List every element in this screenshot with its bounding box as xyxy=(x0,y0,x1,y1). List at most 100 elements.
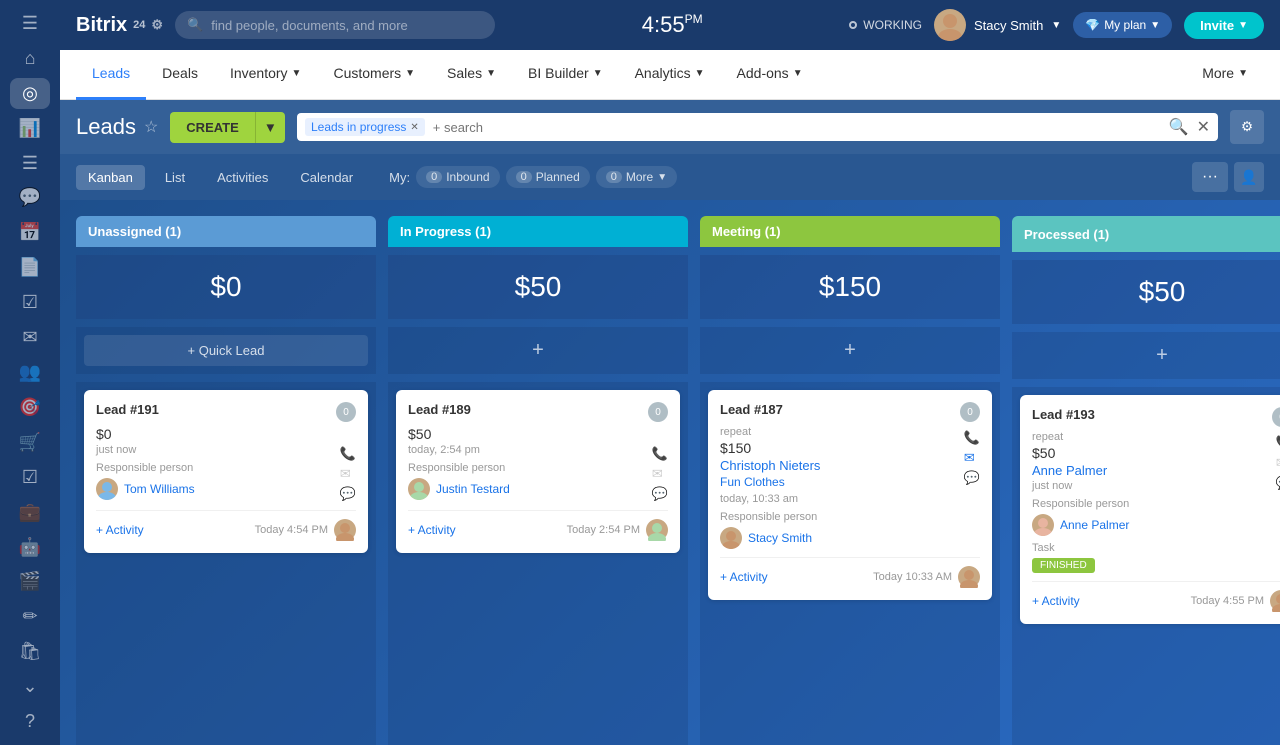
lead-193-phone-icon[interactable]: 📞 xyxy=(1276,435,1280,451)
sidebar-docs-icon[interactable]: 📄 xyxy=(10,252,50,283)
sidebar-edit-icon[interactable]: ✏ xyxy=(10,601,50,632)
lead-193-name[interactable]: Anne Palmer xyxy=(1032,463,1276,478)
more-options-button[interactable]: ··· xyxy=(1192,162,1228,192)
lead-191-number[interactable]: Lead #191 xyxy=(96,402,159,417)
lead-191-email-icon[interactable]: ✉ xyxy=(340,466,356,482)
search-input[interactable] xyxy=(211,18,483,33)
sidebar-home-icon[interactable]: ⌂ xyxy=(10,43,50,74)
lead-187-comment-icon[interactable]: 💬 xyxy=(964,470,980,486)
tab-activities[interactable]: Activities xyxy=(205,165,280,190)
nav-bi-builder[interactable]: BI Builder ▼ xyxy=(512,50,619,100)
filter-search-input[interactable] xyxy=(433,120,1161,135)
filter-clear-icon[interactable]: ✕ xyxy=(1197,117,1210,137)
my-plan-button[interactable]: 💎 My plan ▼ xyxy=(1073,12,1172,38)
sidebar-shop-icon[interactable]: 🛒 xyxy=(10,427,50,458)
sidebar-mail-icon[interactable]: ✉ xyxy=(10,322,50,353)
nav-more[interactable]: More ▼ xyxy=(1186,50,1264,100)
working-status[interactable]: WORKING xyxy=(849,18,922,32)
lead-193-email-icon[interactable]: ✉ xyxy=(1276,455,1280,471)
meeting-add-button[interactable]: + xyxy=(708,335,992,366)
nav-analytics[interactable]: Analytics ▼ xyxy=(619,50,721,100)
create-dropdown-button[interactable]: ▼ xyxy=(255,112,285,143)
sidebar-menu-icon[interactable]: ☰ xyxy=(10,8,50,39)
addons-dropdown-icon: ▼ xyxy=(793,68,803,79)
lead-191-time-label: Today 4:54 PM xyxy=(255,524,328,536)
sidebar-help-icon[interactable]: ? xyxy=(10,706,50,737)
sidebar-chat-icon[interactable]: 💬 xyxy=(10,183,50,214)
planned-filter-badge[interactable]: 0 Planned xyxy=(506,166,590,188)
lead-193-amount: $50 xyxy=(1032,445,1276,461)
more-filter-badge[interactable]: 0 More ▼ xyxy=(596,166,677,188)
view-options-button[interactable]: 👤 xyxy=(1234,162,1264,192)
user-profile[interactable]: Stacy Smith ▼ xyxy=(934,9,1061,41)
sidebar-video-icon[interactable]: 🎬 xyxy=(10,567,50,598)
quick-lead-button[interactable]: + Quick Lead xyxy=(84,335,368,366)
nav-inventory[interactable]: Inventory ▼ xyxy=(214,50,318,100)
sidebar-crm-icon[interactable]: ◎ xyxy=(10,78,50,109)
sidebar-collapse-icon[interactable]: ⌄ xyxy=(10,671,50,702)
lead-189-comment-icon[interactable]: 💬 xyxy=(652,486,668,502)
settings-icon[interactable]: ⚙ xyxy=(151,17,163,33)
lead-191-comment-icon[interactable]: 💬 xyxy=(340,486,356,502)
nav-addons[interactable]: Add-ons ▼ xyxy=(721,50,819,100)
user-avatar xyxy=(934,9,966,41)
nav-sales[interactable]: Sales ▼ xyxy=(431,50,512,100)
lead-193-add-activity[interactable]: + Activity xyxy=(1032,594,1080,608)
lead-193-comment-icon[interactable]: 💬 xyxy=(1276,475,1280,491)
tom-williams-name[interactable]: Tom Williams xyxy=(124,482,195,496)
filter-search-icon[interactable]: 🔍 xyxy=(1169,117,1189,137)
lead-189-email-icon[interactable]: ✉ xyxy=(652,466,668,482)
justin-testard-name[interactable]: Justin Testard xyxy=(436,482,510,496)
anne-palmer-avatar-193 xyxy=(1032,514,1054,536)
processed-add-button[interactable]: + xyxy=(1020,340,1280,371)
lead-187-company[interactable]: Fun Clothes xyxy=(720,475,964,489)
sidebar-drive-icon[interactable]: ☑ xyxy=(10,287,50,318)
tab-list[interactable]: List xyxy=(153,165,197,190)
lead-189-phone-icon[interactable]: 📞 xyxy=(652,446,668,462)
nav-customers[interactable]: Customers ▼ xyxy=(317,50,431,100)
search-bar[interactable]: 🔍 xyxy=(175,11,495,39)
sidebar-goals-icon[interactable]: 🎯 xyxy=(10,392,50,423)
filter-tag-remove-icon[interactable]: ✕ xyxy=(410,122,418,133)
lead-189-number[interactable]: Lead #189 xyxy=(408,402,471,417)
my-label: My: xyxy=(389,170,410,185)
sidebar-calendar-icon[interactable]: 📅 xyxy=(10,217,50,248)
create-button[interactable]: CREATE xyxy=(170,112,254,143)
leads-toolbar: Leads ☆ CREATE ▼ Leads in progress ✕ 🔍 ✕… xyxy=(60,100,1280,154)
anne-palmer-name-193[interactable]: Anne Palmer xyxy=(1060,518,1129,532)
search-icon: 🔍 xyxy=(187,17,203,33)
kanban-settings-button[interactable]: ⚙ xyxy=(1230,110,1264,144)
lead-187-add-activity[interactable]: + Activity xyxy=(720,570,768,584)
lead-187-name[interactable]: Christoph Nieters xyxy=(720,458,964,473)
lead-187-email-icon[interactable]: ✉ xyxy=(964,450,980,466)
tab-kanban[interactable]: Kanban xyxy=(76,165,145,190)
lead-193-task-badge[interactable]: FINISHED xyxy=(1032,558,1095,573)
column-amount-meeting: $150 xyxy=(700,255,1000,319)
sidebar-contacts-icon[interactable]: 👥 xyxy=(10,357,50,388)
lead-187-phone-icon[interactable]: 📞 xyxy=(964,430,980,446)
lead-193-number[interactable]: Lead #193 xyxy=(1032,407,1095,422)
sidebar-analytics-icon[interactable]: 📊 xyxy=(10,113,50,144)
lead-189-add-activity[interactable]: + Activity xyxy=(408,523,456,537)
invite-button[interactable]: Invite ▼ xyxy=(1184,12,1264,39)
sidebar-bag-icon[interactable]: 🛍 xyxy=(10,636,50,667)
sidebar-briefcase-icon[interactable]: 💼 xyxy=(10,497,50,528)
leads-in-progress-filter[interactable]: Leads in progress ✕ xyxy=(305,118,425,136)
inbound-filter-badge[interactable]: 0 Inbound xyxy=(416,166,500,188)
lead-191-amount: $0 xyxy=(96,426,195,442)
lead-189-timestamp: Today 2:54 PM xyxy=(567,519,668,541)
invite-dropdown-icon: ▼ xyxy=(1238,20,1248,31)
inprogress-add-button[interactable]: + xyxy=(396,335,680,366)
lead-187-number[interactable]: Lead #187 xyxy=(720,402,783,417)
favorite-star-icon[interactable]: ☆ xyxy=(144,117,158,137)
lead-191-add-activity[interactable]: + Activity xyxy=(96,523,144,537)
nav-deals[interactable]: Deals xyxy=(146,50,214,100)
sidebar-checkbox-icon[interactable]: ☑ xyxy=(10,462,50,493)
tab-calendar[interactable]: Calendar xyxy=(288,165,365,190)
sidebar-tasks-icon[interactable]: ☰ xyxy=(10,148,50,179)
stacy-smith-name-187[interactable]: Stacy Smith xyxy=(748,531,812,545)
lead-193-header: Lead #193 0 xyxy=(1032,407,1280,427)
lead-191-phone-icon[interactable]: 📞 xyxy=(340,446,356,462)
nav-leads[interactable]: Leads xyxy=(76,50,146,100)
sidebar-robot-icon[interactable]: 🤖 xyxy=(10,532,50,563)
